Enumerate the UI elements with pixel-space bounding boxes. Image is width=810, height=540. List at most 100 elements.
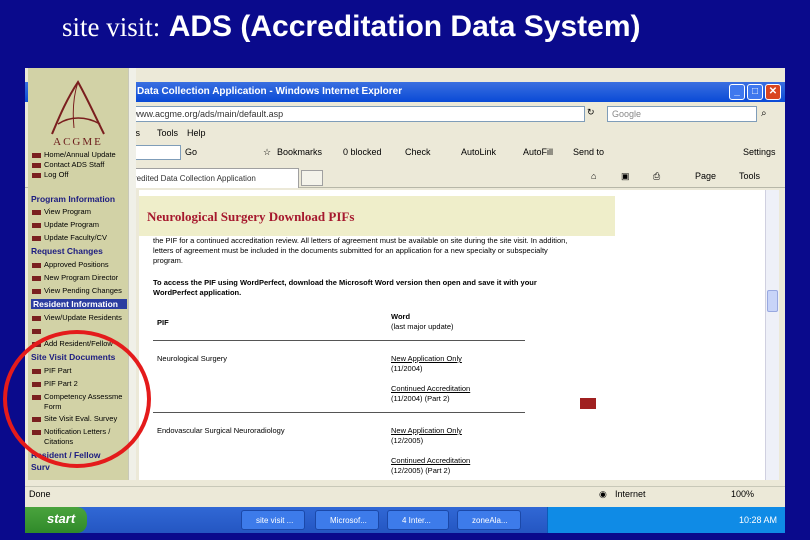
nav-view-residents[interactable]: View/Update Residents <box>32 313 122 322</box>
bullet-icon <box>32 209 41 215</box>
pif-date: (11/2004) <box>391 364 423 373</box>
nav-label: Contact ADS Staff <box>44 160 105 169</box>
wordperfect-note: To access the PIF using WordPerfect, dow… <box>153 278 537 297</box>
status-text: Done <box>29 489 51 499</box>
print-icon[interactable]: ⎙ <box>653 171 660 182</box>
nav-label: Update Faculty/CV <box>44 233 107 242</box>
nav-label: View Pending Changes <box>44 286 122 295</box>
nav-resident-item[interactable] <box>32 326 44 335</box>
nav-contact[interactable]: Contact ADS Staff <box>32 160 104 169</box>
minimize-button[interactable]: _ <box>729 84 745 100</box>
nav-update-program[interactable]: Update Program <box>32 220 99 229</box>
task-button[interactable]: 4 Inter... <box>387 510 449 530</box>
bookmarks-button[interactable]: Bookmarks <box>277 147 322 157</box>
section-resident-info: Resident Information <box>31 299 127 309</box>
nav-label: Approved Positions <box>44 260 109 269</box>
marker-box <box>580 398 596 409</box>
page-heading: Neurological Surgery Download PIFs <box>147 209 355 224</box>
zone-text: Internet <box>615 489 646 499</box>
nav-label: Home/Annual Update <box>44 150 116 159</box>
bullet-icon <box>32 262 41 268</box>
task-button[interactable]: zoneAla... <box>457 510 521 530</box>
intro-paragraph: the PIF for a continued accreditation re… <box>153 236 568 265</box>
home-icon[interactable]: ⌂ <box>591 171 596 181</box>
pif-link[interactable]: Continued Accreditation <box>391 456 470 466</box>
nav-new-director[interactable]: New Program Director <box>32 273 118 282</box>
pif-link[interactable]: New Application Only <box>391 426 462 436</box>
pif-link[interactable]: Continued Accreditation <box>391 384 470 394</box>
pif-date: (12/2005) (Part 2) <box>391 466 451 475</box>
highlight-circle <box>3 330 151 468</box>
scroll-thumb[interactable] <box>767 290 778 312</box>
content-header: Neurological Surgery Download PIFs <box>139 196 615 236</box>
row-name: Neurological Surgery <box>157 354 228 363</box>
org-name: ACGME <box>53 136 103 148</box>
page-menu[interactable]: Page <box>695 171 716 181</box>
blocked-button[interactable]: 0 blocked <box>343 147 382 157</box>
clock: 10:28 AM <box>738 515 777 525</box>
address-field[interactable]: ://www.acgme.org/ads/main/default.asp <box>121 106 585 122</box>
taskbar: start site visit ... Microsof... 4 Inter… <box>25 507 785 533</box>
start-button[interactable]: start <box>25 507 87 533</box>
nav-label: Log Off <box>44 170 69 179</box>
bullet-icon <box>32 172 41 178</box>
nav-label: New Program Director <box>44 273 119 282</box>
new-tab-button[interactable] <box>301 170 323 186</box>
bullet-icon <box>32 275 41 281</box>
acgme-logo <box>51 80 105 135</box>
bullet-icon <box>32 235 41 241</box>
row-name: Endovascular Surgical Neuroradiology <box>157 426 285 435</box>
status-bar: Done ◉ Internet 100% <box>25 486 785 502</box>
settings-button[interactable]: Settings <box>743 147 776 157</box>
slide-title-main: ADS (Accreditation Data System) <box>168 10 641 43</box>
slide-title-prefix: site visit: <box>62 12 161 42</box>
bullet-icon <box>32 152 41 158</box>
col-word: Word <box>391 312 411 321</box>
nav-label: View Program <box>44 207 91 216</box>
col-pif: PIF <box>157 318 169 327</box>
send-to-button[interactable]: Send to <box>573 147 604 157</box>
browser-screenshot: Data Collection Application - Windows In… <box>25 68 785 510</box>
star-icon: ☆ <box>263 147 272 157</box>
pif-link[interactable]: New Application Only <box>391 354 462 364</box>
autofill-button[interactable]: AutoFill <box>523 147 553 157</box>
bullet-icon <box>32 222 41 228</box>
close-button[interactable]: ✕ <box>765 84 781 100</box>
menu-tools[interactable]: Tools <box>157 128 178 138</box>
go-button[interactable]: Go <box>185 147 197 157</box>
system-tray: 10:28 AM <box>547 507 785 533</box>
section-cut-label: Surv <box>31 462 50 472</box>
nav-home[interactable]: Home/Annual Update <box>32 150 116 159</box>
autolink-button[interactable]: AutoLink <box>461 147 496 157</box>
divider <box>153 412 525 413</box>
refresh-icon[interactable]: ↻ <box>587 107 595 118</box>
task-button[interactable]: site visit ... <box>241 510 305 530</box>
feed-icon[interactable]: ▣ <box>621 171 630 182</box>
search-icon[interactable]: ⌕ <box>761 108 767 119</box>
nav-approved-positions[interactable]: Approved Positions <box>32 260 109 269</box>
nav-label: Update Program <box>44 220 100 229</box>
check-button[interactable]: Check <box>405 147 431 157</box>
search-input[interactable]: Google <box>607 106 757 122</box>
nav-update-faculty[interactable]: Update Faculty/CV <box>32 233 107 242</box>
slide-title: site visit: ADS (Accreditation Data Syst… <box>62 10 802 44</box>
pif-date: (11/2004) (Part 2) <box>391 394 450 403</box>
task-button[interactable]: Microsof... <box>315 510 379 530</box>
bullet-icon <box>32 328 41 334</box>
nav-label: View/Update Residents <box>44 313 122 322</box>
content-scrollbar[interactable] <box>765 190 779 480</box>
zoom-level[interactable]: 100% <box>731 489 754 499</box>
bullet-icon <box>32 288 41 294</box>
maximize-button[interactable]: □ <box>747 84 763 100</box>
tools-menu[interactable]: Tools <box>739 171 760 181</box>
toolbar: Go ☆ Bookmarks 0 blocked Check AutoLink … <box>25 144 785 162</box>
nav-logoff[interactable]: Log Off <box>32 170 68 179</box>
section-program-info: Program Information <box>31 194 116 204</box>
bullet-icon <box>32 162 41 168</box>
tab-active[interactable]: ccredited Data Collection Application <box>121 168 299 188</box>
nav-view-program[interactable]: View Program <box>32 207 91 216</box>
tab-bar: ccredited Data Collection Application ⌂ … <box>25 166 785 188</box>
divider <box>153 340 525 341</box>
menu-help[interactable]: Help <box>187 128 206 138</box>
nav-pending-changes[interactable]: View Pending Changes <box>32 286 122 295</box>
